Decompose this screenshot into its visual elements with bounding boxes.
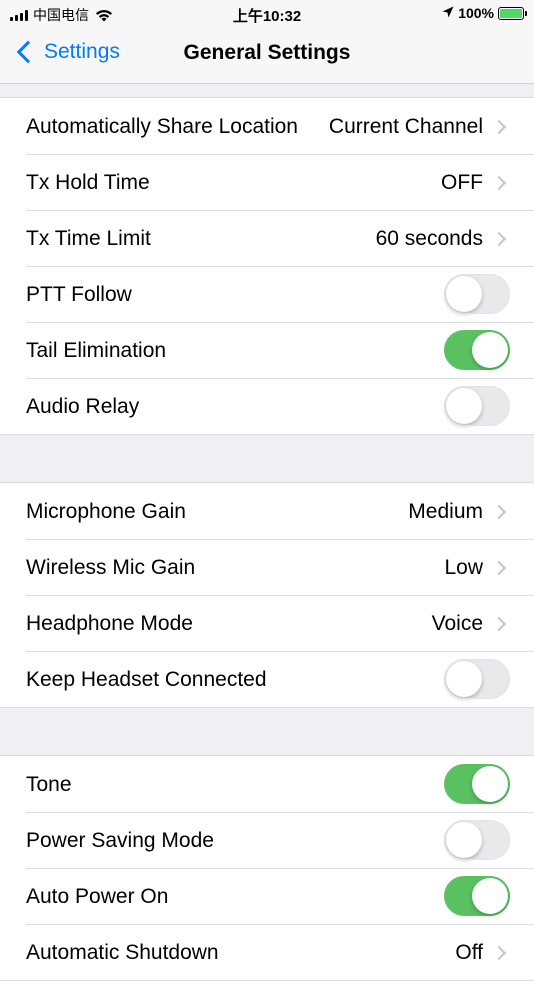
row-value: Off [455,941,483,964]
row-label: Keep Headset Connected [26,668,267,691]
chevron-right-icon [491,231,507,247]
row-auto-power-on: Auto Power On [0,868,534,924]
tone-toggle[interactable] [444,764,510,804]
settings-group-2: Microphone Gain Medium Wireless Mic Gain… [0,482,534,708]
settings-group-1: Automatically Share Location Current Cha… [0,97,534,435]
row-value: Voice [431,612,483,635]
row-tx-time-limit[interactable]: Tx Time Limit 60 seconds [0,210,534,266]
row-value: Medium [408,500,483,523]
tail-elimination-toggle[interactable] [444,330,510,370]
audio-relay-toggle[interactable] [444,386,510,426]
battery-level [500,8,522,18]
keep-headset-connected-toggle[interactable] [444,659,510,699]
row-label: Headphone Mode [26,612,193,635]
row-label: Audio Relay [26,395,140,418]
navigation-bar: Settings General Settings [0,30,534,84]
row-label: Wireless Mic Gain [26,556,196,579]
battery-percentage: 100% [458,5,494,21]
row-value: Low [444,556,483,579]
toggle-knob [472,878,508,914]
power-saving-mode-toggle[interactable] [444,820,510,860]
chevron-right-icon [491,504,507,520]
row-label: Automatic Shutdown [26,941,219,964]
toggle-knob [446,388,482,424]
row-value: OFF [441,171,483,194]
toggle-knob [446,822,482,858]
row-audio-relay: Audio Relay [0,378,534,434]
row-headphone-mode[interactable]: Headphone Mode Voice [0,595,534,651]
row-ptt-follow: PTT Follow [0,266,534,322]
status-right: 100% [442,5,527,21]
row-tail-elimination: Tail Elimination [0,322,534,378]
auto-power-on-toggle[interactable] [444,876,510,916]
row-label: Power Saving Mode [26,829,214,852]
row-label: Auto Power On [26,885,169,908]
chevron-right-icon [491,175,507,191]
row-label: Microphone Gain [26,500,186,523]
toggle-knob [446,276,482,312]
row-label: Tail Elimination [26,339,167,362]
row-label: Automatically Share Location [26,115,298,138]
battery-icon [498,6,527,20]
row-label: Tx Time Limit [26,227,151,250]
status-bar: 中国电信 上午10:32 100% [0,0,534,30]
row-automatically-share-location[interactable]: Automatically Share Location Current Cha… [0,98,534,154]
row-label: Tone [26,773,72,796]
row-tx-hold-time[interactable]: Tx Hold Time OFF [0,154,534,210]
page-title: General Settings [183,41,351,64]
row-value: Current Channel [328,115,483,138]
chevron-right-icon [491,560,507,576]
toggle-knob [472,766,508,802]
row-keep-headset-connected: Keep Headset Connected [0,651,534,707]
row-value: 60 seconds [375,227,483,250]
toggle-knob [446,661,482,697]
ptt-follow-toggle[interactable] [444,274,510,314]
chevron-right-icon [491,616,507,632]
row-tone: Tone [0,756,534,812]
row-label: Tx Hold Time [26,171,150,194]
row-label: PTT Follow [26,283,132,306]
chevron-right-icon [491,945,507,961]
row-microphone-gain[interactable]: Microphone Gain Medium [0,483,534,539]
location-arrow-icon [442,5,454,21]
row-automatic-shutdown[interactable]: Automatic Shutdown Off [0,924,534,980]
row-power-saving-mode: Power Saving Mode [0,812,534,868]
chevron-right-icon [491,119,507,135]
settings-group-3: Tone Power Saving Mode Auto Power On Aut… [0,755,534,981]
toggle-knob [472,332,508,368]
row-wireless-mic-gain[interactable]: Wireless Mic Gain Low [0,539,534,595]
